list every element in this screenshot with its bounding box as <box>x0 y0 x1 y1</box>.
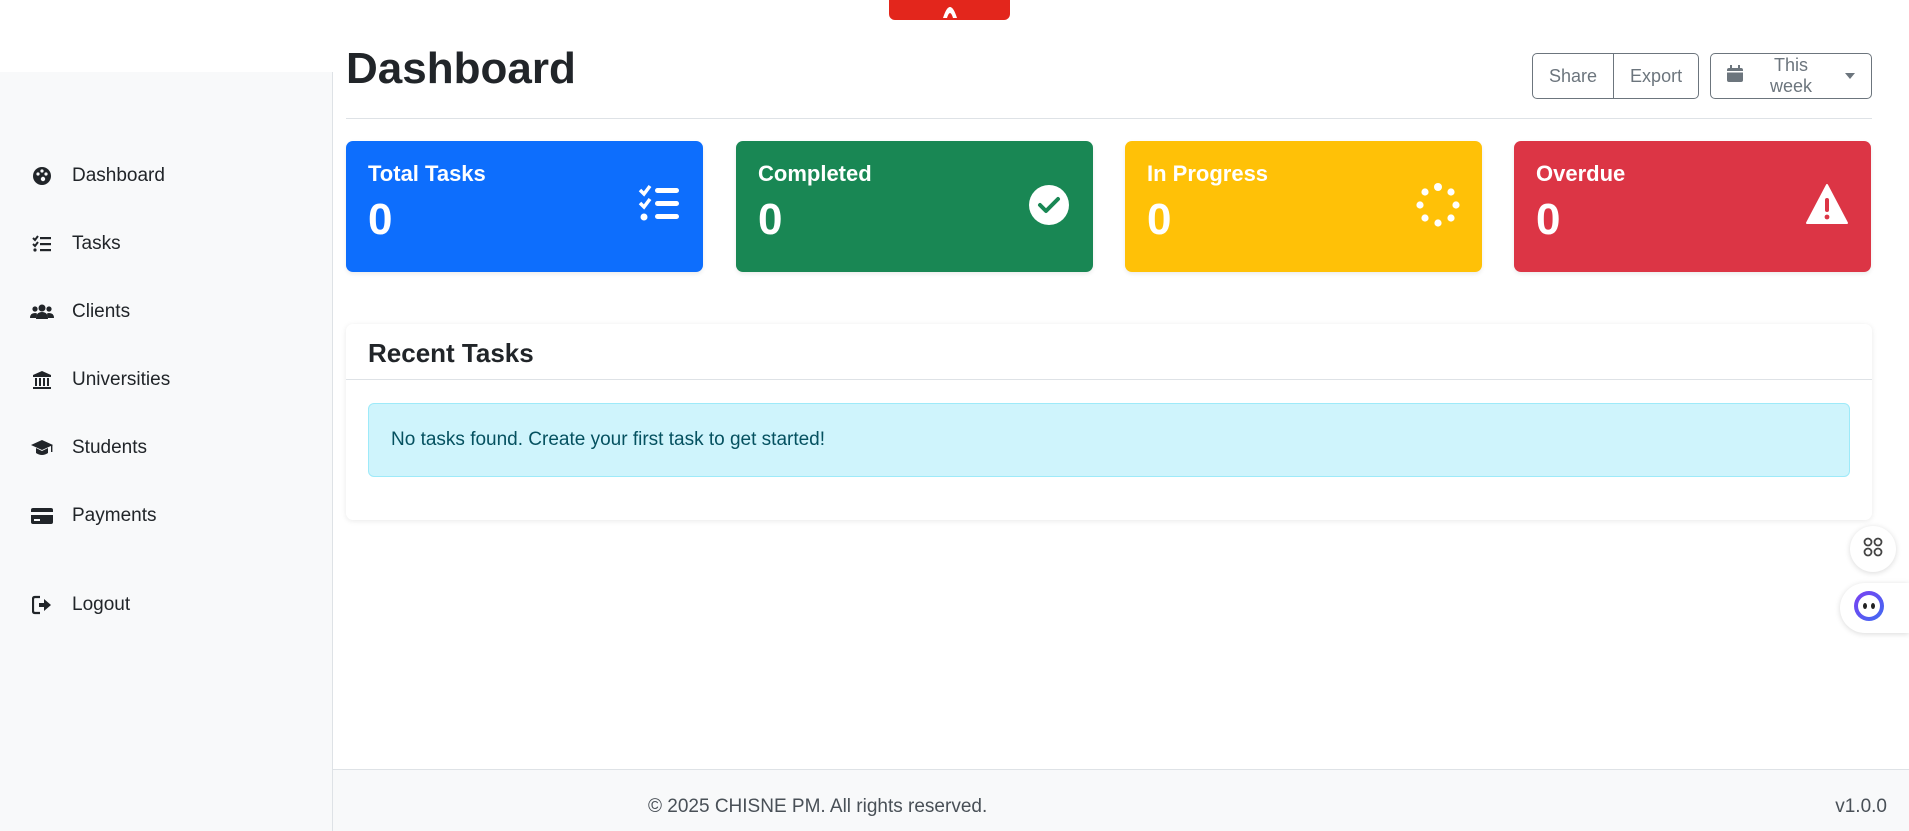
date-range-dropdown[interactable]: This week <box>1710 53 1872 99</box>
logout-link[interactable]: Logout <box>0 583 333 627</box>
stat-card-completed: Completed 0 <box>736 141 1093 272</box>
stat-card-in-progress: In Progress 0 <box>1125 141 1482 272</box>
warning-icon <box>1805 183 1849 227</box>
sidebar-item-students[interactable]: Students <box>0 426 333 470</box>
sidebar-item-dashboard[interactable]: Dashboard <box>0 154 333 198</box>
logout-label: Logout <box>72 594 131 615</box>
graduation-cap-icon <box>30 436 54 460</box>
stat-card-value: 0 <box>758 195 783 244</box>
page-title: Dashboard <box>346 44 576 93</box>
sidebar-item-label: Universities <box>72 369 171 390</box>
logout-icon <box>30 593 54 617</box>
credit-card-icon <box>30 504 54 528</box>
stat-card-overdue: Overdue 0 <box>1514 141 1871 272</box>
stat-card-value: 0 <box>368 195 393 244</box>
copyright-text: © 2025 CHISNE PM. All rights reserved. <box>648 796 988 817</box>
sidebar-item-label: Tasks <box>72 233 121 254</box>
floating-assistant-button[interactable] <box>1840 583 1909 633</box>
sidebar-item-clients[interactable]: Clients <box>0 290 333 334</box>
bank-icon <box>30 368 54 392</box>
assistant-icon <box>1852 589 1886 628</box>
date-range-label: This week <box>1769 55 1813 96</box>
stat-card-label: Overdue <box>1536 161 1626 186</box>
users-icon <box>30 300 54 324</box>
palette-icon <box>30 164 54 188</box>
sidebar-item-tasks[interactable]: Tasks <box>0 222 333 266</box>
sidebar-item-label: Clients <box>72 301 131 322</box>
stat-card-label: Completed <box>758 161 872 186</box>
version-text: v1.0.0 <box>1835 796 1887 817</box>
calendar-icon <box>1727 65 1743 87</box>
sidebar: Dashboard Tasks Clients Universities Stu… <box>0 72 333 831</box>
footer: © 2025 CHISNE PM. All rights reserved. v… <box>333 769 1909 831</box>
stat-card-label: In Progress <box>1147 161 1269 186</box>
toolbar-button-group: Share Export <box>1532 53 1700 99</box>
spinner-icon <box>1416 183 1460 227</box>
header-divider <box>346 118 1872 119</box>
sidebar-item-label: Dashboard <box>72 165 165 186</box>
share-button[interactable]: Share <box>1532 53 1615 99</box>
sidebar-item-universities[interactable]: Universities <box>0 358 333 402</box>
extension-icon <box>941 2 959 18</box>
recent-tasks-card: Recent Tasks No tasks found. Create your… <box>346 324 1872 520</box>
stat-card-value: 0 <box>1147 195 1172 244</box>
check-circle-icon <box>1027 183 1071 227</box>
stat-card-total-tasks: Total Tasks 0 <box>346 141 703 272</box>
recent-tasks-title: Recent Tasks <box>346 324 1872 380</box>
sidebar-item-payments[interactable]: Payments <box>0 494 333 538</box>
empty-tasks-alert: No tasks found. Create your first task t… <box>368 403 1850 477</box>
chevron-down-icon <box>1845 73 1855 79</box>
floating-apps-button[interactable] <box>1850 526 1896 572</box>
export-button[interactable]: Export <box>1614 53 1700 99</box>
sidebar-item-label: Payments <box>72 505 157 526</box>
stat-card-label: Total Tasks <box>368 161 486 186</box>
command-icon <box>1863 537 1883 562</box>
stat-card-value: 0 <box>1536 195 1561 244</box>
list-check-icon <box>30 232 54 256</box>
browser-extension-tab[interactable] <box>889 0 1010 20</box>
tasks-list-icon <box>637 183 681 227</box>
sidebar-item-label: Students <box>72 437 147 458</box>
